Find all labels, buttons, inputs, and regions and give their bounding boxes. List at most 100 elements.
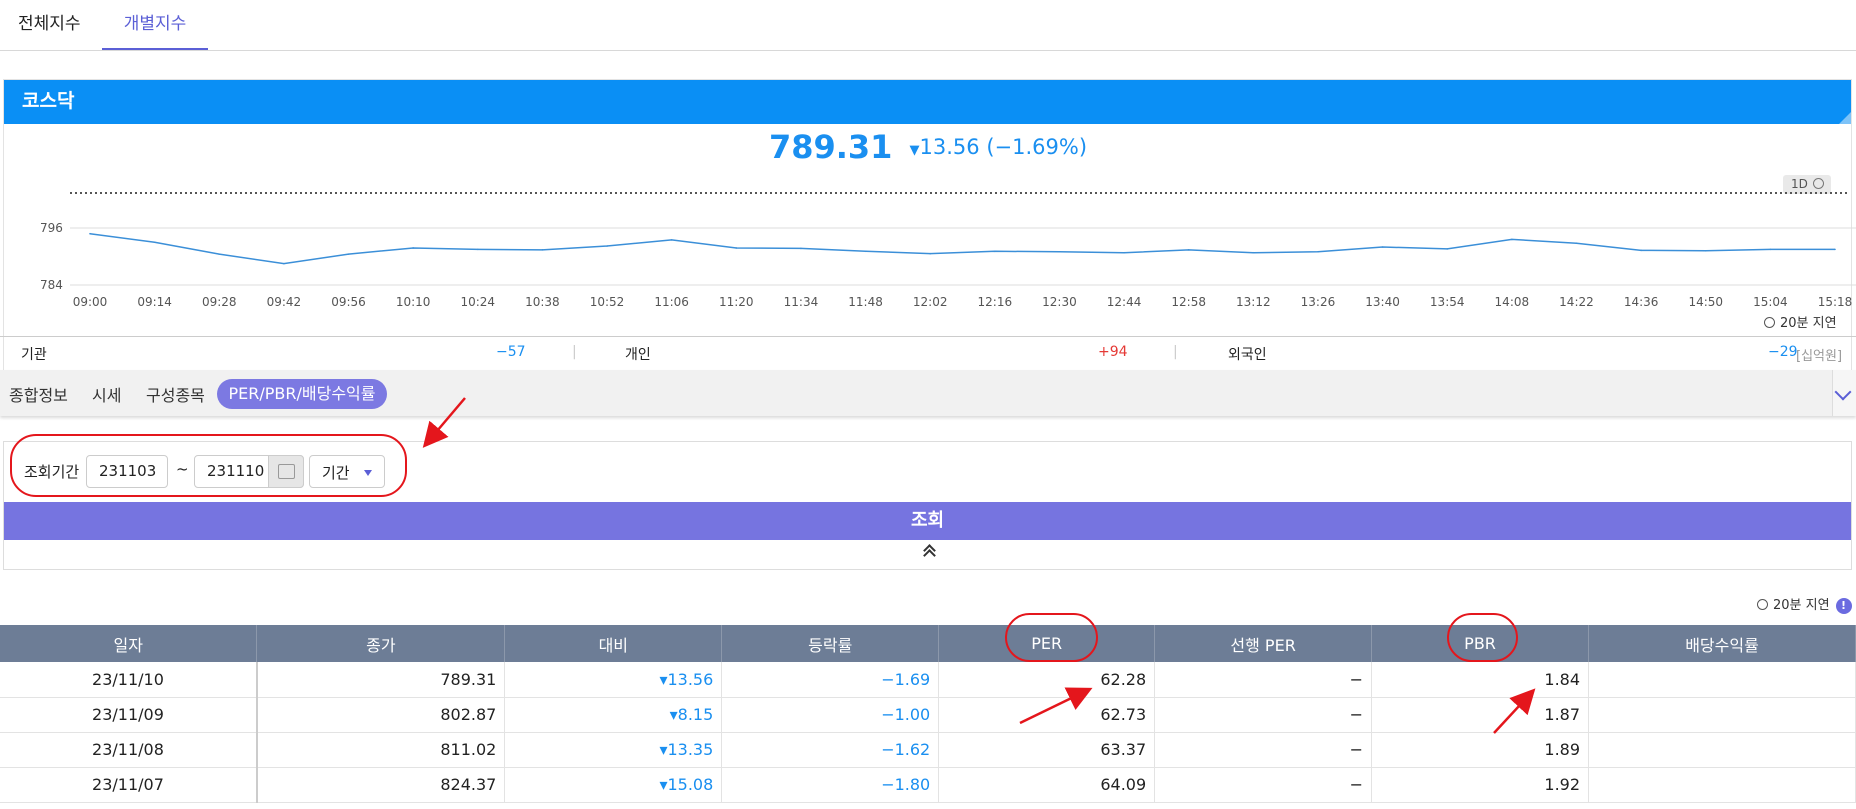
cell-date: 23/11/10 <box>0 662 258 698</box>
data-point <box>1769 248 1772 251</box>
chevron-up-icon[interactable] <box>917 544 941 562</box>
data-point <box>670 239 673 241</box>
cell-close: 789.31 <box>256 662 506 698</box>
x-tick-label: 14:50 <box>1688 295 1723 309</box>
data-point <box>1511 238 1513 241</box>
cell-change-rate: −1.69 <box>721 662 940 698</box>
cell-dividend-yield <box>1588 767 1856 803</box>
cell-change-rate: −1.62 <box>721 732 940 768</box>
data-point <box>800 247 802 250</box>
sub-tab-bar: 종합정보 시세 구성종목 PER/PBR/배당수익률 <box>0 370 1856 416</box>
cell-pbr: 1.84 <box>1371 662 1590 698</box>
change-rate: (−1.69%) <box>986 135 1088 159</box>
cell-forward-per: − <box>1154 767 1373 803</box>
cell-forward-per: − <box>1154 662 1373 698</box>
tab-quotes[interactable]: 시세 <box>92 382 121 406</box>
y-tick-label: 784 <box>40 278 63 292</box>
col-close[interactable]: 종가 <box>256 625 506 662</box>
investor-flows: 기관 −57 | 개인 +94 | 외국인 −29 [십억원] <box>0 336 1856 368</box>
x-tick-label: 13:40 <box>1365 295 1400 309</box>
annotation-circle-query <box>10 434 407 497</box>
cell-pbr: 1.87 <box>1371 697 1590 733</box>
annotation-circle-pbr <box>1447 613 1518 662</box>
data-point <box>476 248 479 251</box>
data-point <box>218 253 221 255</box>
data-point <box>994 250 996 253</box>
data-point <box>1704 250 1707 252</box>
cell-per: 62.73 <box>938 697 1156 733</box>
x-tick-label: 09:00 <box>73 295 108 309</box>
tab-per-pbr-dividend[interactable]: PER/PBR/배당수익률 <box>217 379 387 409</box>
x-tick-label: 10:52 <box>590 295 625 309</box>
data-point <box>1187 249 1190 251</box>
x-tick-label: 12:02 <box>913 295 948 309</box>
cell-change: ▾8.15 <box>504 697 723 733</box>
x-tick-label: 11:20 <box>719 295 754 309</box>
data-point <box>864 250 867 253</box>
data-point <box>1317 250 1319 253</box>
x-tick-label: 12:44 <box>1107 295 1142 309</box>
search-button[interactable]: 조회 <box>4 502 1851 540</box>
data-point <box>1123 251 1125 254</box>
x-tick-label: 12:58 <box>1171 295 1206 309</box>
col-forward-per[interactable]: 선행 PER <box>1154 625 1373 662</box>
data-point <box>347 253 350 255</box>
tab-overview[interactable]: 종합정보 <box>9 382 68 406</box>
data-point <box>1446 248 1449 250</box>
delay-text: 20분 지연 <box>1773 598 1830 613</box>
clock-icon <box>1764 317 1775 328</box>
top-tab-bar: 전체지수 개별지수 <box>0 0 1856 51</box>
cell-dividend-yield <box>1588 697 1856 733</box>
index-price: 789.31 <box>768 128 893 166</box>
cell-change: ▾15.08 <box>504 767 723 803</box>
x-tick-label: 14:36 <box>1624 295 1659 309</box>
tab-individual-index[interactable]: 개별지수 <box>102 0 208 50</box>
cell-per: 64.09 <box>938 767 1156 803</box>
cell-forward-per: − <box>1154 697 1373 733</box>
table-header-row: 일자 종가 대비 등락률 PER 선행 PER PBR 배당수익률 <box>0 625 1856 662</box>
data-point <box>89 232 91 235</box>
col-date[interactable]: 일자 <box>0 625 258 662</box>
x-tick-label: 13:12 <box>1236 295 1271 309</box>
divider: | <box>1173 344 1178 360</box>
cell-change: ▾13.56 <box>504 662 723 698</box>
x-tick-label: 09:42 <box>267 295 302 309</box>
cell-change-rate: −1.80 <box>721 767 940 803</box>
x-tick-label: 09:28 <box>202 295 237 309</box>
info-icon[interactable]: ! <box>1835 598 1852 614</box>
tab-constituents[interactable]: 구성종목 <box>146 382 205 406</box>
cell-change-rate: −1.00 <box>721 697 940 733</box>
data-point <box>1834 248 1836 251</box>
col-change[interactable]: 대비 <box>504 625 723 662</box>
tab-all-index[interactable]: 전체지수 <box>0 0 99 50</box>
x-tick-label: 09:56 <box>331 295 366 309</box>
x-tick-label: 12:16 <box>978 295 1013 309</box>
delay-note-table: 20분 지연! <box>1757 594 1852 614</box>
x-tick-label: 11:48 <box>848 295 883 309</box>
x-tick-label: 15:18 <box>1818 295 1853 309</box>
col-change-rate[interactable]: 등락률 <box>721 625 940 662</box>
cell-pbr: 1.89 <box>1371 732 1590 768</box>
data-point <box>1252 251 1255 254</box>
data-point <box>1575 242 1578 244</box>
cell-dividend-yield <box>1588 662 1856 698</box>
data-point <box>412 247 414 249</box>
chevron-down-icon[interactable] <box>1832 370 1856 416</box>
data-point <box>1381 246 1384 248</box>
indiv-value: +94 <box>1098 344 1128 360</box>
series-line <box>89 232 1835 265</box>
x-tick-label: 12:30 <box>1042 295 1077 309</box>
col-dividend-yield[interactable]: 배당수익률 <box>1588 625 1856 662</box>
foreign-value: −29 <box>1768 344 1798 360</box>
x-tick-label: 13:54 <box>1430 295 1465 309</box>
cell-forward-per: − <box>1154 732 1373 768</box>
x-tick-label: 14:22 <box>1559 295 1594 309</box>
data-point <box>541 249 544 251</box>
x-tick-label: 10:10 <box>396 295 431 309</box>
cell-per: 62.28 <box>938 662 1156 698</box>
table-row: 23/11/08 811.02 ▾13.35 −1.62 63.37 − 1.8… <box>0 732 1856 768</box>
data-point <box>283 262 285 265</box>
cell-close: 811.02 <box>256 732 506 768</box>
price-display: 789.31 ▼13.56 (−1.69%) <box>0 128 1856 166</box>
unit-label: [십억원] <box>1796 349 1843 364</box>
